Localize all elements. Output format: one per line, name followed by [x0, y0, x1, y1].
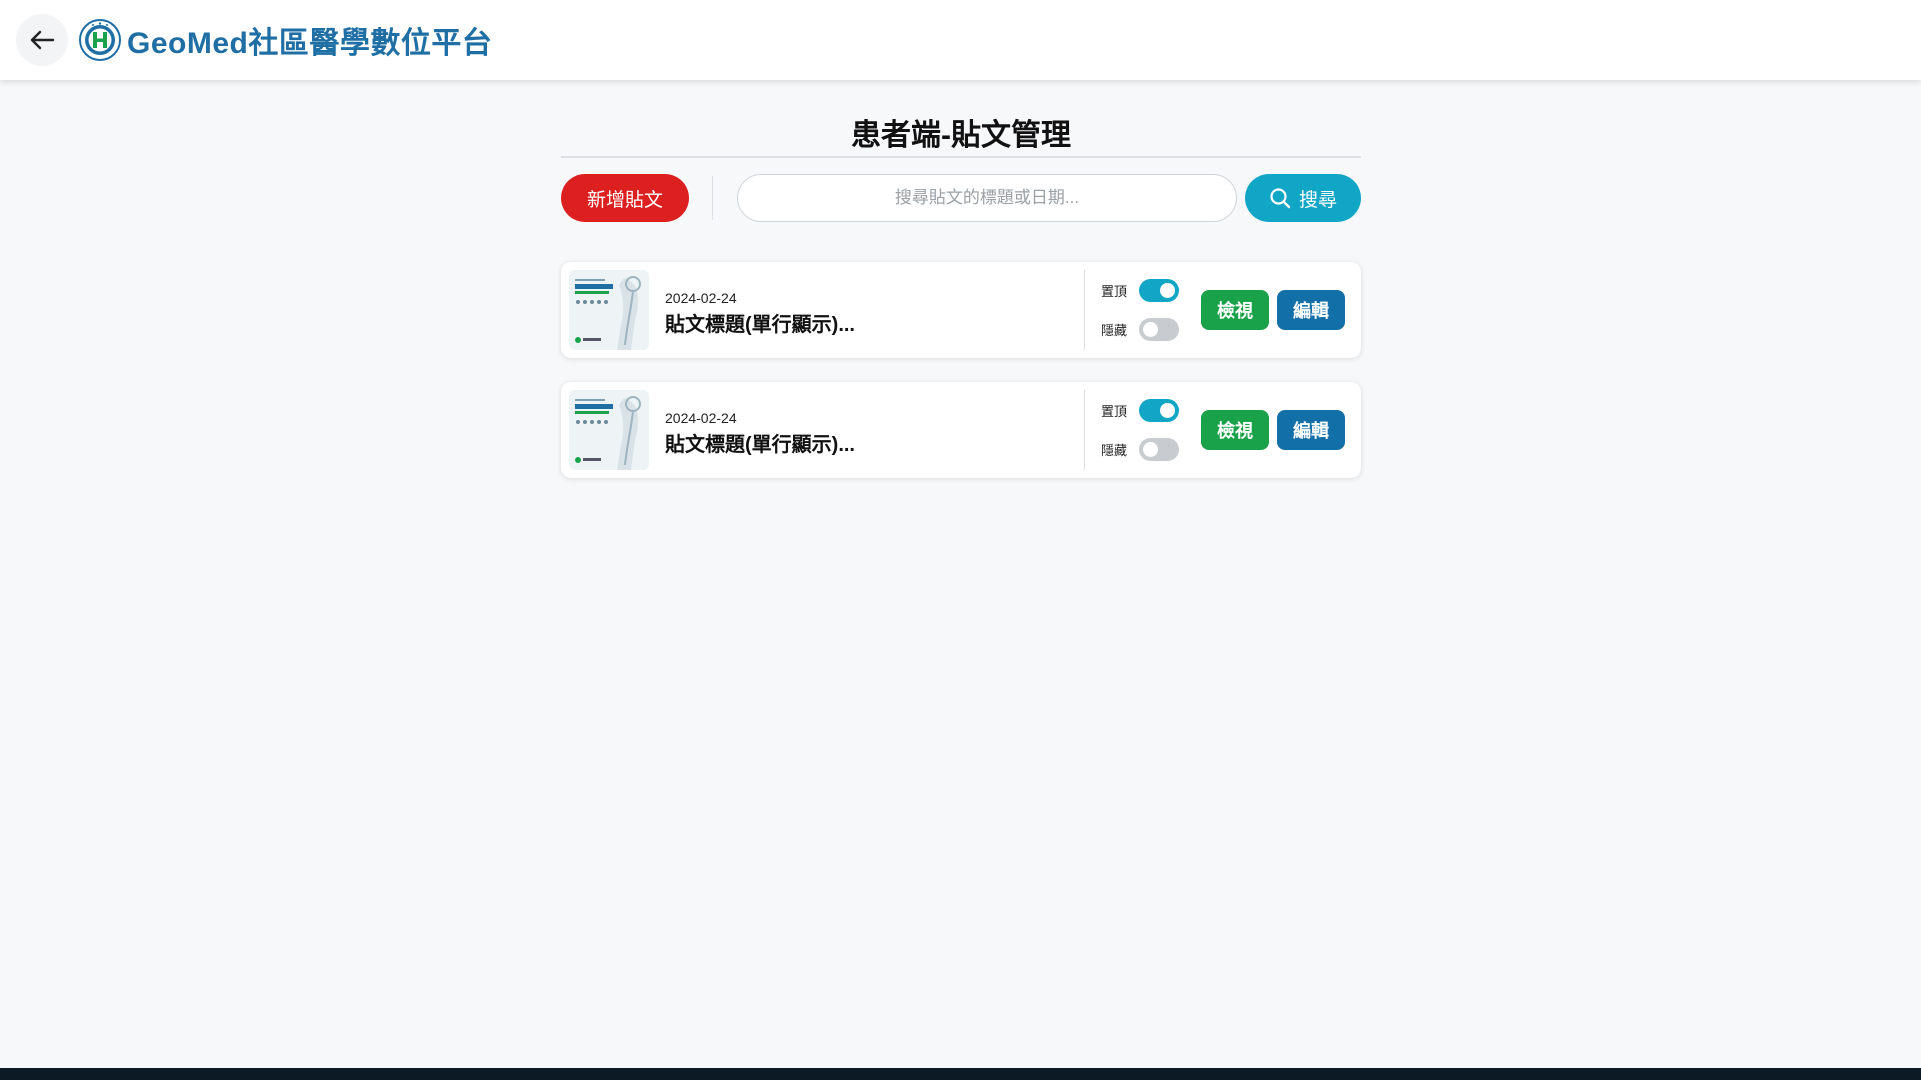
search-button[interactable]: 搜尋: [1245, 174, 1361, 222]
view-button[interactable]: 檢視: [1201, 410, 1269, 450]
pin-toggle-row: 置頂: [1101, 279, 1179, 302]
post-thumbnail-image: [569, 390, 649, 470]
pin-toggle[interactable]: [1139, 279, 1179, 302]
post-list: 2024-02-24 貼文標題(單行顯示)... 置頂 隱藏 檢視 編輯 202…: [561, 262, 1361, 478]
hide-toggle-row: 隱藏: [1101, 438, 1179, 461]
post-card: 2024-02-24 貼文標題(單行顯示)... 置頂 隱藏 檢視 編輯: [561, 382, 1361, 478]
post-title[interactable]: 貼文標題(單行顯示)...: [665, 308, 855, 337]
search-icon: [1270, 188, 1291, 209]
view-button[interactable]: 檢視: [1201, 290, 1269, 330]
post-thumbnail-image: [569, 270, 649, 350]
pin-label: 置頂: [1101, 284, 1128, 299]
edit-button[interactable]: 編輯: [1277, 290, 1345, 330]
page-title: 患者端-貼文管理: [851, 119, 1071, 152]
back-button[interactable]: [16, 14, 68, 66]
brand[interactable]: GeoMed社區醫學數位平台: [79, 18, 492, 62]
post-title[interactable]: 貼文標題(單行顯示)...: [665, 428, 855, 457]
main-content: 患者端-貼文管理 新增貼文 搜尋貼文的標題或日期... 搜尋 2024-02-2…: [561, 80, 1361, 502]
post-date: 2024-02-24: [665, 290, 737, 306]
hide-toggle-row: 隱藏: [1101, 318, 1179, 341]
card-divider: [1084, 270, 1085, 350]
brand-title: GeoMed社區醫學數位平台: [127, 27, 493, 60]
post-card: 2024-02-24 貼文標題(單行顯示)... 置頂 隱藏 檢視 編輯: [561, 262, 1361, 358]
post-thumbnail: [569, 270, 649, 350]
toolbar-divider: [712, 176, 713, 220]
edit-button[interactable]: 編輯: [1277, 410, 1345, 450]
card-divider: [1084, 390, 1085, 470]
top-header: GeoMed社區醫學數位平台: [0, 0, 1921, 80]
footer-bar: [0, 1068, 1921, 1080]
pin-toggle[interactable]: [1139, 399, 1179, 422]
hide-toggle[interactable]: [1139, 318, 1179, 341]
pin-label: 置頂: [1101, 404, 1128, 419]
search-button-label: 搜尋: [1298, 189, 1337, 211]
post-thumbnail: [569, 390, 649, 470]
title-divider: [561, 156, 1361, 158]
add-post-button[interactable]: 新增貼文: [561, 174, 689, 222]
pin-toggle-row: 置頂: [1101, 399, 1179, 422]
hide-label: 隱藏: [1101, 323, 1128, 338]
hide-toggle[interactable]: [1139, 438, 1179, 461]
toolbar: 新增貼文 搜尋: [561, 174, 1361, 222]
geomed-logo-icon: [79, 19, 121, 61]
post-date: 2024-02-24: [665, 410, 737, 426]
search-input[interactable]: [737, 174, 1237, 222]
arrow-left-icon: [30, 30, 55, 50]
hide-label: 隱藏: [1101, 443, 1128, 458]
